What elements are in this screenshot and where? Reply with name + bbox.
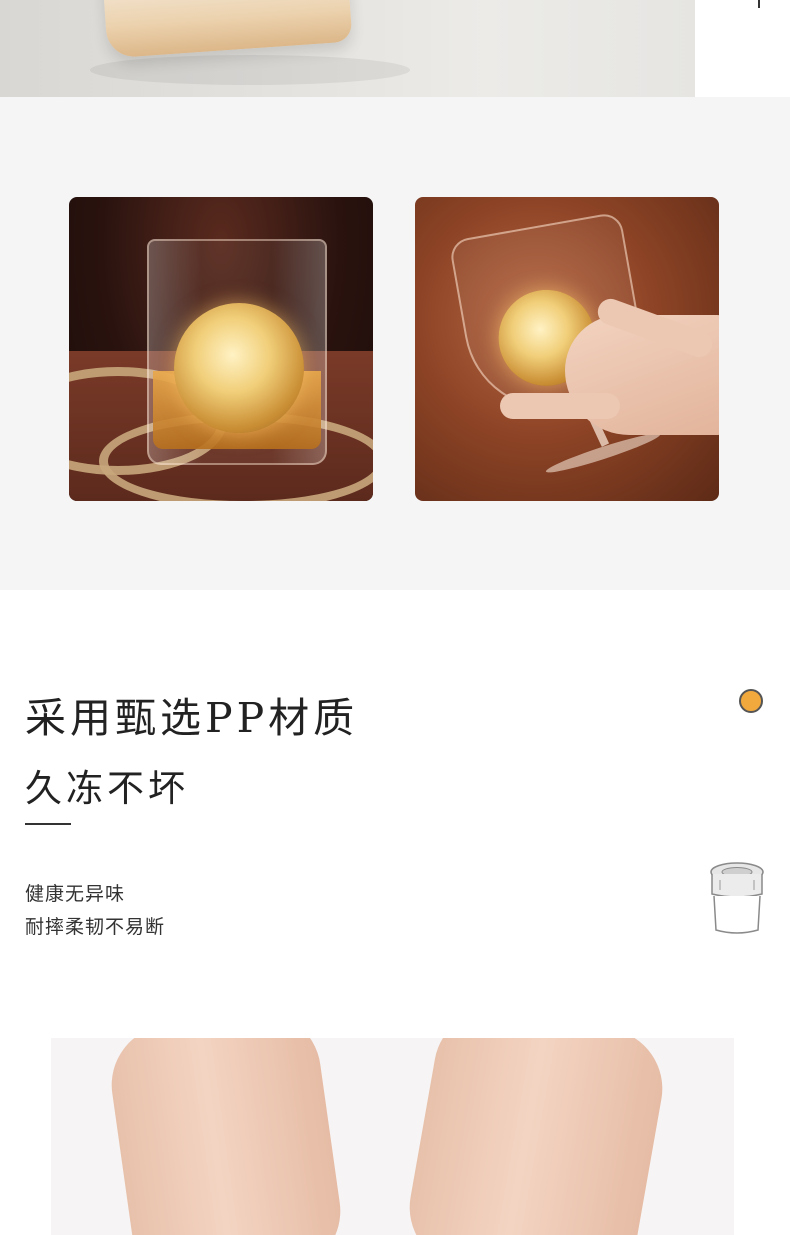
- orange-dot-icon: [739, 689, 763, 713]
- ice-ball: [174, 303, 304, 433]
- right-arm: [400, 1038, 672, 1235]
- divider: [25, 823, 71, 825]
- ice-mold-cup-icon: [710, 862, 764, 934]
- feature-flexible: 耐摔柔韧不易断: [25, 917, 166, 938]
- jar-shadow: [90, 55, 410, 85]
- feature-healthy: 健康无异味: [25, 884, 126, 905]
- finger: [500, 393, 620, 419]
- top-product-photo: [0, 0, 695, 97]
- headline-durable: 久冻不坏: [25, 767, 189, 810]
- headline-material: 采用甄选PP材质: [25, 694, 359, 742]
- ice-mold-jar: [102, 0, 353, 59]
- brandy-snifter-photo: [415, 197, 719, 501]
- scroll-marker: [758, 0, 760, 8]
- tumbler-glass: [147, 239, 327, 465]
- hands-bending-mold-photo: [51, 1038, 734, 1235]
- left-arm: [103, 1038, 349, 1235]
- whiskey-tumbler-photo: [69, 197, 373, 501]
